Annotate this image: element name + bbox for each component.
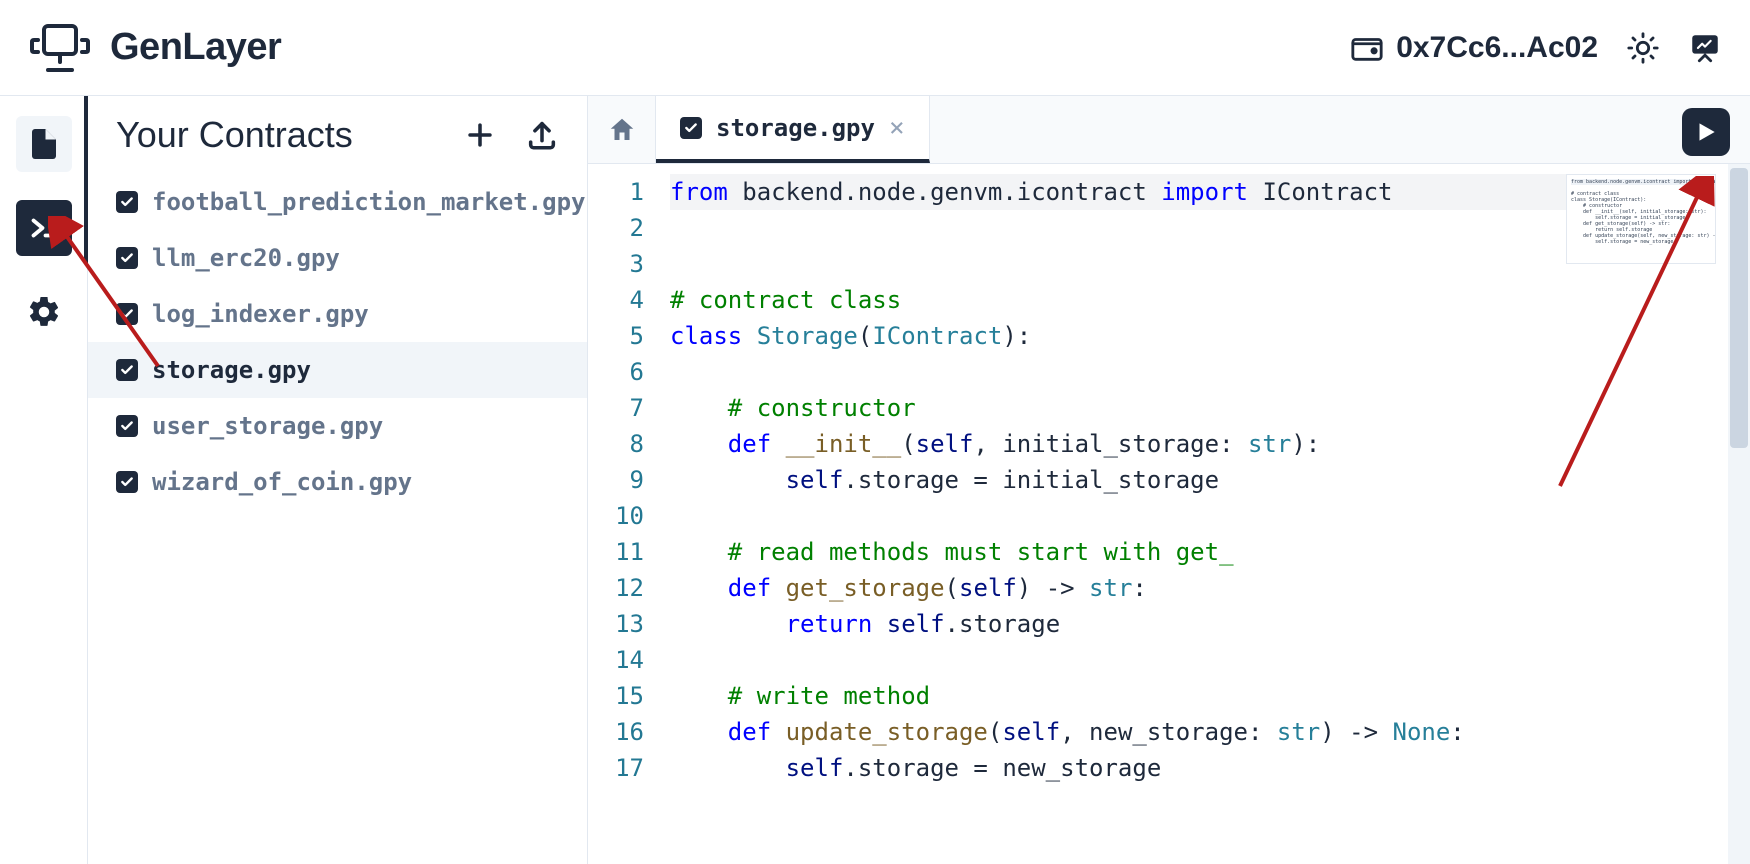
run-button[interactable] bbox=[1682, 108, 1730, 156]
contract-item[interactable]: llm_erc20.gpy bbox=[88, 230, 587, 286]
app-header: GenLayer 0x7Cc6...Ac02 bbox=[0, 0, 1750, 96]
editor-tab-active[interactable]: storage.gpy × bbox=[656, 96, 930, 163]
contract-item[interactable]: log_indexer.gpy bbox=[88, 286, 587, 342]
scroll-thumb[interactable] bbox=[1730, 168, 1748, 448]
brand-name: GenLayer bbox=[110, 26, 281, 69]
sidebar-actions bbox=[463, 118, 559, 152]
contract-list: football_prediction_market.gpy llm_erc20.… bbox=[88, 174, 587, 510]
header-actions: 0x7Cc6...Ac02 bbox=[1350, 31, 1722, 65]
vertical-scrollbar[interactable] bbox=[1728, 164, 1750, 864]
file-icon bbox=[116, 415, 138, 437]
contract-name: football_prediction_market.gpy bbox=[152, 188, 585, 216]
close-tab-icon[interactable]: × bbox=[889, 113, 905, 143]
file-icon bbox=[116, 359, 138, 381]
contract-name: storage.gpy bbox=[152, 356, 311, 384]
nav-terminal-button[interactable] bbox=[16, 200, 72, 256]
rail-active-indicator bbox=[84, 96, 88, 264]
file-icon bbox=[116, 303, 138, 325]
presentation-icon[interactable] bbox=[1688, 31, 1722, 65]
contract-name: user_storage.gpy bbox=[152, 412, 383, 440]
contract-name: log_indexer.gpy bbox=[152, 300, 369, 328]
line-gutter: 1234567891011121314151617 bbox=[588, 164, 658, 864]
brand: GenLayer bbox=[28, 16, 281, 80]
brand-logo-icon bbox=[28, 16, 92, 80]
code-content[interactable]: from backend.node.genvm.icontract import… bbox=[658, 164, 1750, 864]
code-editor[interactable]: 1234567891011121314151617 from backend.n… bbox=[588, 164, 1750, 864]
contract-item[interactable]: wizard_of_coin.gpy bbox=[88, 454, 587, 510]
add-contract-button[interactable] bbox=[463, 118, 497, 152]
editor-area: storage.gpy × 1234567891011121314151617 … bbox=[588, 96, 1750, 864]
contract-name: llm_erc20.gpy bbox=[152, 244, 340, 272]
contract-item[interactable]: football_prediction_market.gpy bbox=[88, 174, 587, 230]
home-tab[interactable] bbox=[588, 96, 656, 163]
contract-item[interactable]: storage.gpy bbox=[88, 342, 587, 398]
app-body: Your Contracts football_prediction_marke… bbox=[0, 96, 1750, 864]
sidebar-title: Your Contracts bbox=[116, 114, 353, 156]
upload-contract-button[interactable] bbox=[525, 118, 559, 152]
nav-settings-button[interactable] bbox=[16, 284, 72, 340]
wallet-address-text: 0x7Cc6...Ac02 bbox=[1396, 31, 1598, 65]
contract-name: wizard_of_coin.gpy bbox=[152, 468, 412, 496]
wallet-address[interactable]: 0x7Cc6...Ac02 bbox=[1350, 31, 1598, 65]
contract-item[interactable]: user_storage.gpy bbox=[88, 398, 587, 454]
file-icon bbox=[116, 191, 138, 213]
sidebar: Your Contracts football_prediction_marke… bbox=[88, 96, 588, 864]
file-icon bbox=[116, 471, 138, 493]
file-icon bbox=[680, 117, 702, 139]
sidebar-header: Your Contracts bbox=[88, 114, 587, 174]
wallet-icon bbox=[1350, 31, 1384, 65]
tabbar: storage.gpy × bbox=[588, 96, 1750, 164]
minimap[interactable]: from backend.node.genvm.icontract import… bbox=[1566, 174, 1716, 264]
theme-toggle-icon[interactable] bbox=[1626, 31, 1660, 65]
nav-files-button[interactable] bbox=[16, 116, 72, 172]
tab-label: storage.gpy bbox=[716, 114, 875, 142]
nav-rail bbox=[0, 96, 88, 864]
file-icon bbox=[116, 247, 138, 269]
